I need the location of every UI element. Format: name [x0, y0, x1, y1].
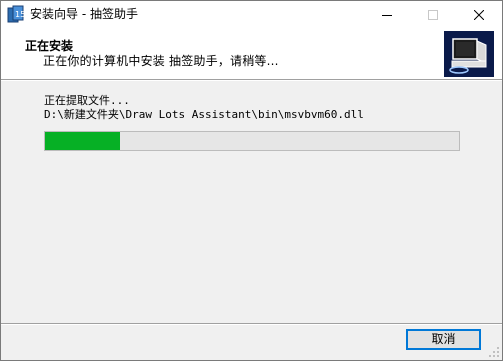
- progress-bar: [44, 131, 460, 151]
- installer-icon: 15: [7, 5, 24, 23]
- minimize-icon: [382, 14, 392, 16]
- title-bar[interactable]: 15 安装向导 - 抽签助手: [1, 1, 502, 28]
- maximize-button: [410, 1, 456, 28]
- window-title: 安装向导 - 抽签助手: [30, 7, 138, 21]
- header-divider: [1, 79, 502, 81]
- computer-install-icon: [444, 31, 494, 77]
- current-file-path: D:\新建文件夹\Draw Lots Assistant\bin\msvbvm6…: [44, 108, 364, 121]
- page-subtitle: 正在你的计算机中安装 抽签助手，请稍等...: [43, 54, 279, 68]
- footer-divider: [1, 323, 502, 325]
- svg-text:15: 15: [15, 10, 24, 19]
- wizard-header: 正在安装 正在你的计算机中安装 抽签助手，请稍等...: [1, 28, 502, 79]
- close-icon: [474, 9, 484, 20]
- maximize-icon: [428, 9, 438, 20]
- minimize-button[interactable]: [364, 1, 410, 28]
- installer-window: 15 安装向导 - 抽签助手 正在安装 正在你的计算机中安装 抽签助手，请稍等.…: [0, 0, 503, 361]
- status-text: 正在提取文件...: [44, 94, 130, 107]
- close-button[interactable]: [456, 1, 502, 28]
- progress-fill: [45, 132, 120, 150]
- resize-grip-icon[interactable]: [487, 345, 501, 359]
- cancel-button[interactable]: 取消: [406, 329, 481, 350]
